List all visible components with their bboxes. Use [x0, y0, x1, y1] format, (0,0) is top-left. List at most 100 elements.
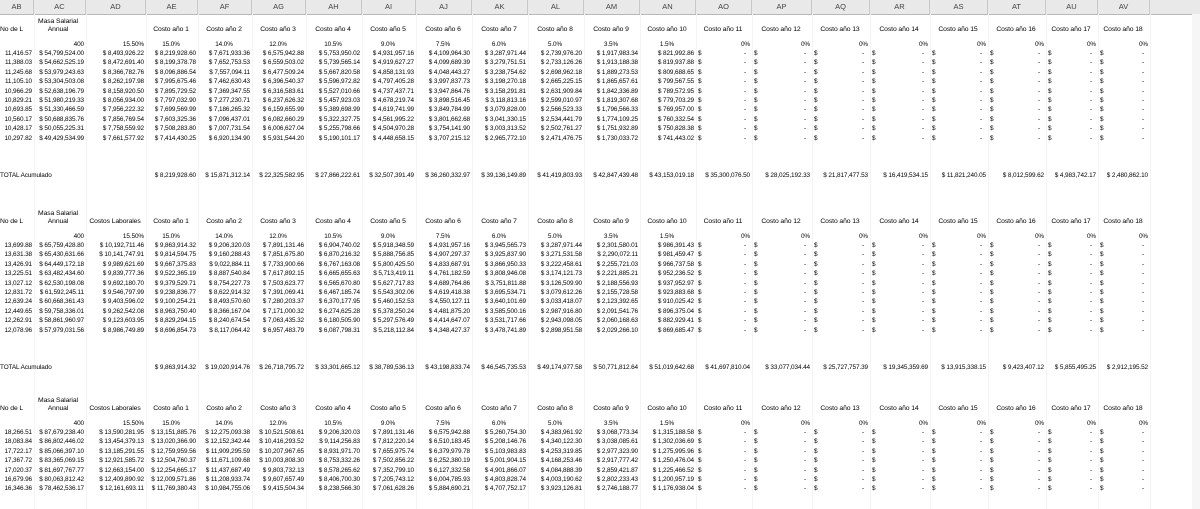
param-ad[interactable]: 15.50%	[86, 40, 144, 49]
param-ac[interactable]: 400	[34, 232, 84, 241]
data-cell[interactable]: $ 3,079,612.26	[528, 288, 582, 297]
data-cell[interactable]: $ 7,758,559.92	[86, 124, 144, 133]
data-cell[interactable]: $ 10,141,747.91	[86, 250, 144, 259]
header-costo-ano-9[interactable]: Costo año 9	[584, 26, 638, 36]
data-cell[interactable]: 18,083.84	[0, 437, 32, 446]
empty-dash-cell[interactable]: $ -	[1046, 297, 1096, 306]
data-cell[interactable]: $ 4,340,122.30	[528, 437, 582, 446]
empty-dash-cell[interactable]: $ -	[930, 316, 986, 325]
data-cell[interactable]: $ 5,260,754.30	[472, 428, 526, 437]
data-cell[interactable]: $ 7,699,569.99	[146, 105, 196, 114]
data-cell[interactable]: $ 2,665,225.15	[528, 77, 582, 86]
header-costo-ano-16[interactable]: Costo año 16	[988, 405, 1044, 415]
data-cell[interactable]: $ 1,796,566.33	[584, 105, 638, 114]
empty-dash-cell[interactable]: $ -	[1046, 250, 1096, 259]
empty-dash-cell[interactable]: $ -	[812, 49, 868, 58]
data-cell[interactable]: $ 4,109,964.30	[416, 49, 470, 58]
data-cell[interactable]: $ 7,063,435.32	[252, 316, 304, 325]
param-rate[interactable]: 7.5%	[416, 419, 470, 428]
empty-dash-cell[interactable]: $ -	[988, 49, 1044, 58]
data-cell[interactable]: $ 6,957,483.79	[252, 326, 304, 335]
empty-dash-cell[interactable]: $ -	[930, 428, 986, 437]
param-rate[interactable]: 3.5%	[584, 419, 638, 428]
total-cell[interactable]: $ 16,419,534.15	[870, 171, 928, 180]
data-cell[interactable]: $ 8,472,691.40	[86, 58, 144, 67]
data-cell[interactable]: $ 3,531,717.66	[472, 316, 526, 325]
empty-dash-cell[interactable]: $ -	[1098, 105, 1148, 114]
empty-dash-cell[interactable]: $ -	[696, 475, 750, 484]
data-cell[interactable]: $ 5,460,152.53	[362, 297, 414, 306]
header-costo-ano-3[interactable]: Costo año 3	[252, 405, 304, 415]
empty-dash-cell[interactable]: $ -	[696, 484, 750, 493]
data-cell[interactable]: $ 779,703.29	[640, 96, 694, 105]
empty-dash-cell[interactable]: $ -	[812, 68, 868, 77]
data-cell[interactable]: $ 7,352,799.10	[362, 466, 414, 475]
data-cell[interactable]: $ 6,004,785.93	[416, 475, 470, 484]
data-cell[interactable]: $ 7,956,222.32	[86, 105, 144, 114]
empty-dash-cell[interactable]: $ -	[930, 87, 986, 96]
empty-dash-cell[interactable]: $ -	[1046, 466, 1096, 475]
data-cell[interactable]: $ 2,898,951.58	[528, 326, 582, 335]
empty-dash-cell[interactable]: $ -	[930, 466, 986, 475]
data-cell[interactable]: $ 2,188,556.93	[584, 279, 638, 288]
data-cell[interactable]: $ 8,931,971.70	[306, 447, 360, 456]
empty-dash-cell[interactable]: $ -	[812, 241, 868, 250]
header-costo-ano-8[interactable]: Costo año 8	[528, 26, 582, 36]
data-cell[interactable]: $ 7,502,856.22	[362, 456, 414, 465]
data-cell[interactable]: $ 6,082,660.29	[252, 115, 304, 124]
param-rate[interactable]: 0%	[1046, 419, 1096, 428]
data-cell[interactable]: $ 3,271,531.58	[528, 250, 582, 259]
data-cell[interactable]: $ 6,477,509.24	[252, 68, 304, 77]
data-cell[interactable]: $ 6,559,503.02	[252, 58, 304, 67]
header-costo-ano-17[interactable]: Costo año 17	[1046, 405, 1096, 415]
data-cell[interactable]: $ 981,459.47	[640, 250, 694, 259]
empty-dash-cell[interactable]: $ -	[930, 49, 986, 58]
data-cell[interactable]: $ 7,096,437.01	[198, 115, 250, 124]
param-rate[interactable]: 15.0%	[146, 419, 196, 428]
column-header-aj[interactable]: AJ	[416, 0, 472, 14]
empty-dash-cell[interactable]: $ -	[988, 437, 1044, 446]
empty-dash-cell[interactable]: $ -	[752, 77, 810, 86]
data-cell[interactable]: $ 11,437,687.49	[198, 466, 250, 475]
empty-dash-cell[interactable]: $ -	[1098, 250, 1148, 259]
header-costo-ano-12[interactable]: Costo año 12	[752, 26, 810, 36]
empty-dash-cell[interactable]: $ -	[696, 279, 750, 288]
data-cell[interactable]: $ 7,186,265.32	[198, 105, 250, 114]
total-cell[interactable]: $ 8,219,928.60	[146, 171, 196, 180]
data-cell[interactable]: $ 9,022,884.11	[198, 260, 250, 269]
data-cell[interactable]: $ 4,907,297.37	[416, 250, 470, 259]
data-cell[interactable]: $ 9,238,836.77	[146, 288, 196, 297]
empty-dash-cell[interactable]: $ -	[1098, 307, 1148, 316]
header-costo-ano-1[interactable]: Costo año 1	[146, 26, 196, 36]
data-cell[interactable]: $ 9,692,180.70	[86, 279, 144, 288]
param-rate[interactable]: 9.0%	[362, 419, 414, 428]
column-header-ap[interactable]: AP	[752, 0, 812, 14]
empty-dash-cell[interactable]: $ -	[930, 124, 986, 133]
data-cell[interactable]: $ 2,599,010.97	[528, 96, 582, 105]
data-cell[interactable]: $ 750,828.38	[640, 124, 694, 133]
data-cell[interactable]: $ 8,754,227.73	[198, 279, 250, 288]
empty-dash-cell[interactable]: $ -	[930, 58, 986, 67]
empty-dash-cell[interactable]: $ -	[812, 447, 868, 456]
data-cell[interactable]: $ 8,240,674.54	[198, 316, 250, 325]
header-costos-laborales[interactable]	[86, 26, 144, 36]
data-cell[interactable]: $ 8,493,926.22	[86, 49, 144, 58]
data-cell[interactable]: $ 2,290,072.11	[584, 250, 638, 259]
empty-dash-cell[interactable]: $ -	[752, 447, 810, 456]
empty-dash-cell[interactable]: $ -	[696, 105, 750, 114]
data-cell[interactable]: $ 9,403,596.02	[86, 297, 144, 306]
header-costos-laborales[interactable]: Costos Laborales	[86, 405, 144, 415]
data-cell[interactable]: $ 6,127,332.58	[416, 466, 470, 475]
data-cell[interactable]: $ 5,457,923.03	[306, 96, 360, 105]
param-rate[interactable]: 6.0%	[472, 232, 526, 241]
empty-dash-cell[interactable]: $ -	[1046, 326, 1096, 335]
param-rate[interactable]: 9.0%	[362, 40, 414, 49]
empty-dash-cell[interactable]: $ -	[988, 68, 1044, 77]
empty-dash-cell[interactable]: $ -	[696, 68, 750, 77]
data-cell[interactable]: 10,297.82	[0, 134, 32, 143]
data-cell[interactable]: $ 789,572.95	[640, 87, 694, 96]
param-rate[interactable]: 0%	[930, 419, 986, 428]
param-rate[interactable]: 0%	[696, 232, 750, 241]
data-cell[interactable]: $ 2,977,323.90	[584, 447, 638, 456]
empty-dash-cell[interactable]: $ -	[870, 96, 928, 105]
